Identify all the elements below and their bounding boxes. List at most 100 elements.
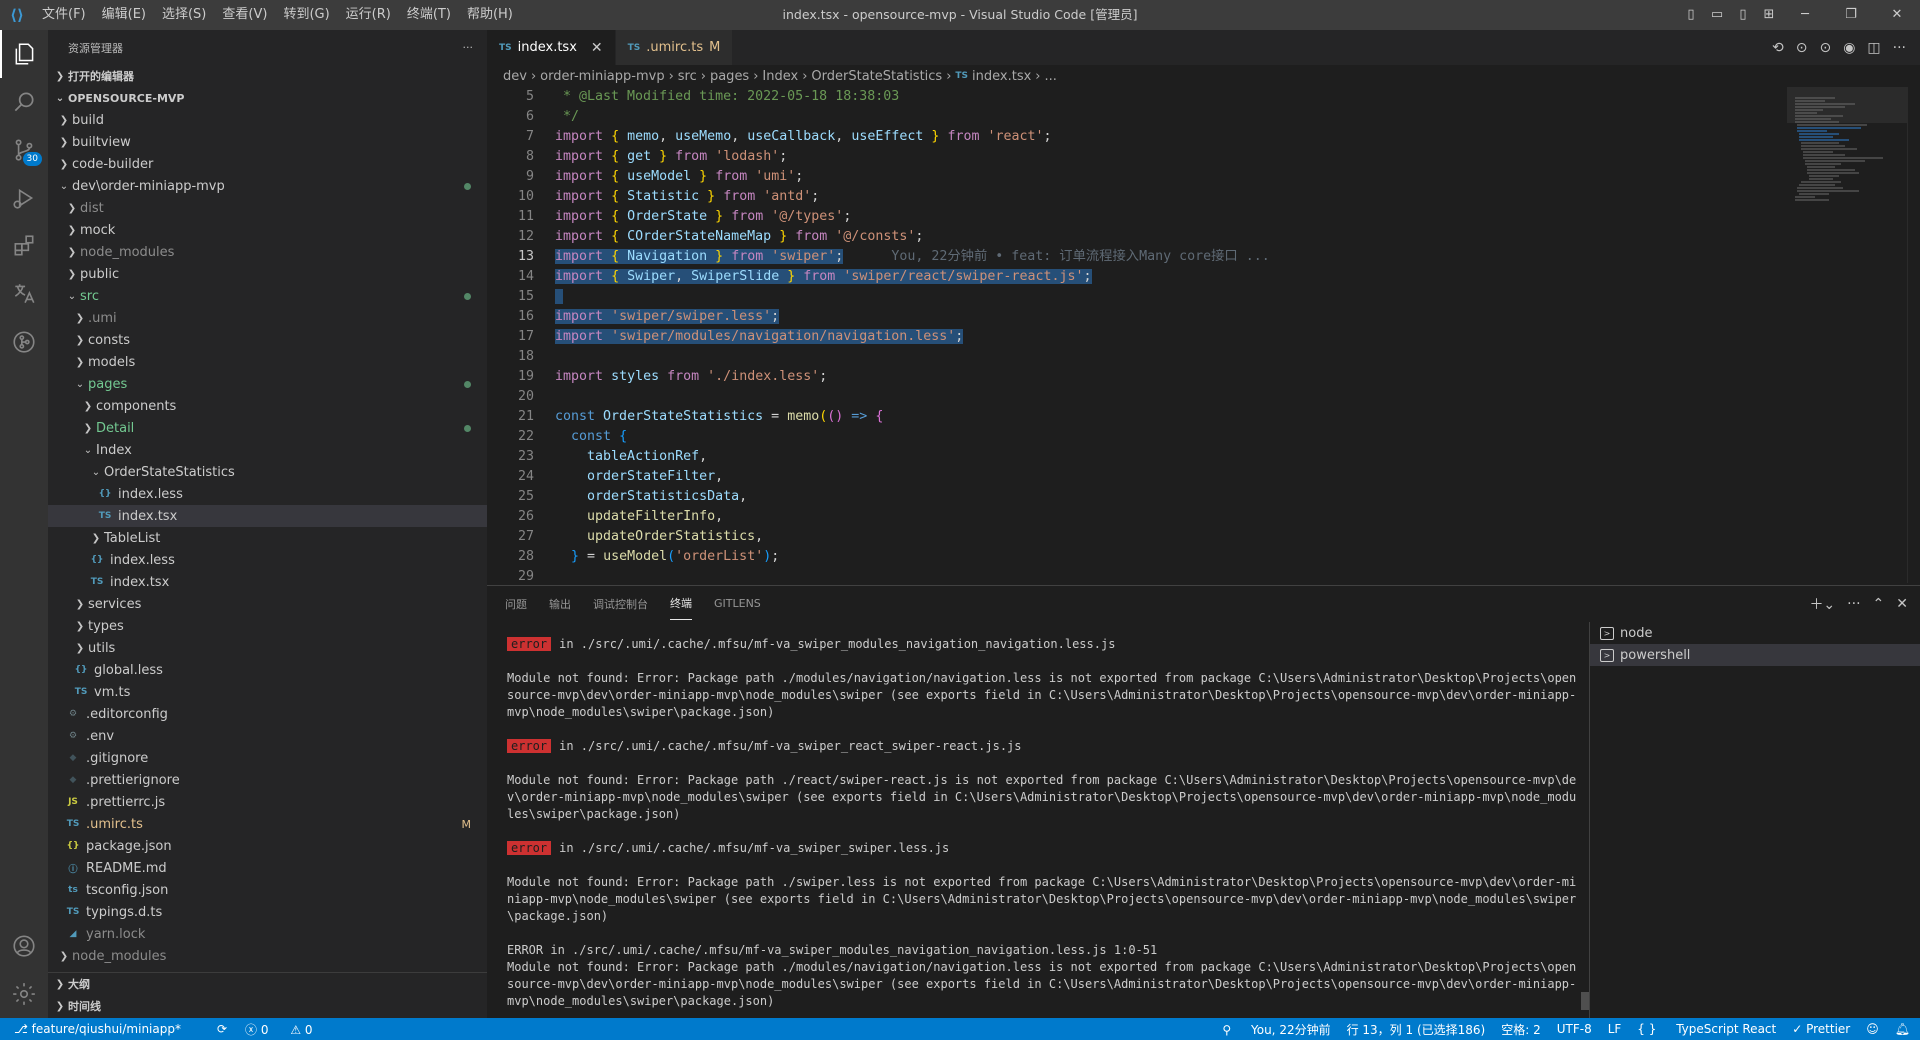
folder-item[interactable]: ❯ Detail [48, 417, 487, 439]
source-control-icon[interactable]: 30 [0, 126, 48, 174]
scrollbar-thumb[interactable] [1581, 992, 1589, 1010]
close-panel-icon[interactable]: ✕ [1896, 596, 1908, 612]
panel-tab[interactable]: 调试控制台 [593, 588, 648, 620]
file-item[interactable]: JS .prettierrc.js [48, 791, 487, 813]
new-terminal-icon[interactable]: ＋⌄ [1809, 594, 1835, 614]
folder-item[interactable]: ⌄ OrderStateStatistics [48, 461, 487, 483]
encoding[interactable]: UTF-8 [1557, 1022, 1592, 1036]
minimap[interactable] [1787, 87, 1907, 583]
toggle-panel-icon[interactable]: ▭ [1704, 0, 1730, 30]
sync-icon[interactable]: ⟳ [217, 1022, 227, 1036]
file-item[interactable]: {} index.less [48, 549, 487, 571]
terminal-instance[interactable]: > node [1590, 622, 1920, 644]
split-editor-icon[interactable]: ◫ [1867, 40, 1880, 56]
menu-item[interactable]: 文件(F) [34, 0, 94, 30]
panel-tab[interactable]: 问题 [505, 588, 527, 620]
file-item[interactable]: TS vm.ts [48, 681, 487, 703]
file-item[interactable]: {} index.less [48, 483, 487, 505]
run-debug-icon[interactable] [0, 174, 48, 222]
file-item[interactable]: ◆ .gitignore [48, 747, 487, 769]
terminal-output[interactable]: error in ./src/.umi/.cache/.mfsu/mf-va_sw… [507, 636, 1579, 1016]
panel-tab[interactable]: 终端 [670, 587, 692, 620]
previous-change-icon[interactable]: ⊙ [1796, 40, 1808, 56]
file-item[interactable]: {} global.less [48, 659, 487, 681]
file-item[interactable]: ◢ yarn.lock [48, 923, 487, 945]
folder-item[interactable]: ⌄ src [48, 285, 487, 307]
compare-changes-icon[interactable]: ⟲ [1772, 40, 1784, 56]
folder-item[interactable]: ❯ dist [48, 197, 487, 219]
outline-section[interactable]: ❯ 大纲 [48, 973, 487, 995]
maximize-panel-icon[interactable]: ⌃ [1873, 596, 1885, 612]
minimize-button[interactable]: ─ [1782, 0, 1828, 30]
folder-item[interactable]: ⌄ Index [48, 439, 487, 461]
breadcrumb-item[interactable]: ... [1045, 69, 1057, 84]
folder-item[interactable]: ❯ models [48, 351, 487, 373]
folder-item[interactable]: ⌄ pages [48, 373, 487, 395]
menu-item[interactable]: 选择(S) [154, 0, 214, 30]
gitlens-status-blame[interactable]: ⚲ You, 22分钟前 [1222, 1021, 1330, 1038]
translate-icon[interactable] [0, 270, 48, 318]
panel-tab[interactable]: GITLENS [714, 589, 761, 618]
gitlens-icon[interactable] [0, 318, 48, 366]
file-item[interactable]: TS typings.d.ts [48, 901, 487, 923]
next-change-icon[interactable]: ⊙ [1819, 40, 1831, 56]
timeline-section[interactable]: ❯ 时间线 [48, 995, 487, 1017]
editor-scrollbar[interactable] [1907, 87, 1920, 583]
cursor-position[interactable]: 行 13，列 1 (已选择186) [1347, 1021, 1486, 1038]
file-item[interactable]: TS index.tsx [48, 571, 487, 593]
file-item[interactable]: ◆ .prettierignore [48, 769, 487, 791]
menu-item[interactable]: 转到(G) [275, 0, 337, 30]
tab-umirc-ts[interactable]: TS .umirc.ts M [615, 30, 734, 65]
language-mode[interactable]: { } TypeScript React [1637, 1022, 1776, 1036]
breadcrumb-item[interactable]: src [678, 69, 697, 84]
folder-item[interactable]: ❯ consts [48, 329, 487, 351]
folder-item[interactable]: ❯ builtview [48, 131, 487, 153]
more-actions-icon[interactable]: ··· [463, 41, 474, 54]
file-item[interactable]: {} package.json [48, 835, 487, 857]
file-item[interactable]: ts tsconfig.json [48, 879, 487, 901]
toggle-secondary-sidebar-icon[interactable]: ▯ [1730, 0, 1756, 30]
more-icon[interactable]: ··· [1847, 596, 1860, 612]
indentation[interactable]: 空格: 2 [1501, 1021, 1541, 1038]
folder-item[interactable]: ❯ TableList [48, 527, 487, 549]
breadcrumb-item[interactable]: Index [762, 69, 798, 84]
open-editors-section[interactable]: ❯ 打开的编辑器 [48, 65, 487, 87]
folder-item[interactable]: ❯ node_modules [48, 945, 487, 967]
folder-item[interactable]: ❯ code-builder [48, 153, 487, 175]
more-editor-actions-icon[interactable]: ··· [1893, 40, 1906, 56]
file-item[interactable]: TS index.tsx [48, 505, 487, 527]
folder-item[interactable]: ❯ utils [48, 637, 487, 659]
minimap-viewport[interactable] [1787, 87, 1907, 123]
extensions-icon[interactable] [0, 222, 48, 270]
folder-item[interactable]: ❯ components [48, 395, 487, 417]
panel-tab[interactable]: 输出 [549, 588, 571, 620]
menu-item[interactable]: 帮助(H) [459, 0, 521, 30]
breadcrumb-item[interactable]: dev [503, 69, 527, 84]
file-item[interactable]: ⓘ README.md [48, 857, 487, 879]
folder-item[interactable]: ❯ build [48, 109, 487, 131]
prettier-status[interactable]: ✓ Prettier [1792, 1022, 1850, 1036]
menu-item[interactable]: 查看(V) [214, 0, 275, 30]
folder-item[interactable]: ❯ services [48, 593, 487, 615]
code-editor[interactable]: 5 * @Last Modified time: 2022-05-18 18:3… [487, 87, 1787, 583]
toggle-sidebar-icon[interactable]: ▯ [1678, 0, 1704, 30]
file-item[interactable]: TS .umirc.ts M [48, 813, 487, 835]
terminal-instance[interactable]: > powershell [1590, 644, 1920, 666]
menu-item[interactable]: 终端(T) [399, 0, 459, 30]
breadcrumb-item[interactable]: index.tsx [972, 69, 1031, 84]
folder-item[interactable]: ⌄ dev\order-miniapp-mvp [48, 175, 487, 197]
close-tab-icon[interactable]: ✕ [591, 40, 603, 56]
folder-item[interactable]: ❯ .umi [48, 307, 487, 329]
customize-layout-icon[interactable]: ⊞ [1756, 0, 1782, 30]
menu-item[interactable]: 运行(R) [338, 0, 399, 30]
file-item[interactable]: ⚙ .editorconfig [48, 703, 487, 725]
folder-item[interactable]: ❯ mock [48, 219, 487, 241]
explorer-icon[interactable] [0, 30, 48, 78]
feedback-icon[interactable]: ☺ [1866, 1022, 1879, 1036]
problems-indicator[interactable]: ⓧ 0 ⚠ 0 [245, 1021, 331, 1038]
notifications-icon[interactable]: 🔔︎ [1895, 1022, 1910, 1036]
gitlens-blame-icon[interactable]: ◉ [1843, 40, 1855, 56]
restore-button[interactable]: ❐ [1828, 0, 1874, 30]
manage-gear-icon[interactable] [0, 970, 48, 1018]
tab-index-tsx[interactable]: TS index.tsx ✕ [487, 30, 616, 65]
